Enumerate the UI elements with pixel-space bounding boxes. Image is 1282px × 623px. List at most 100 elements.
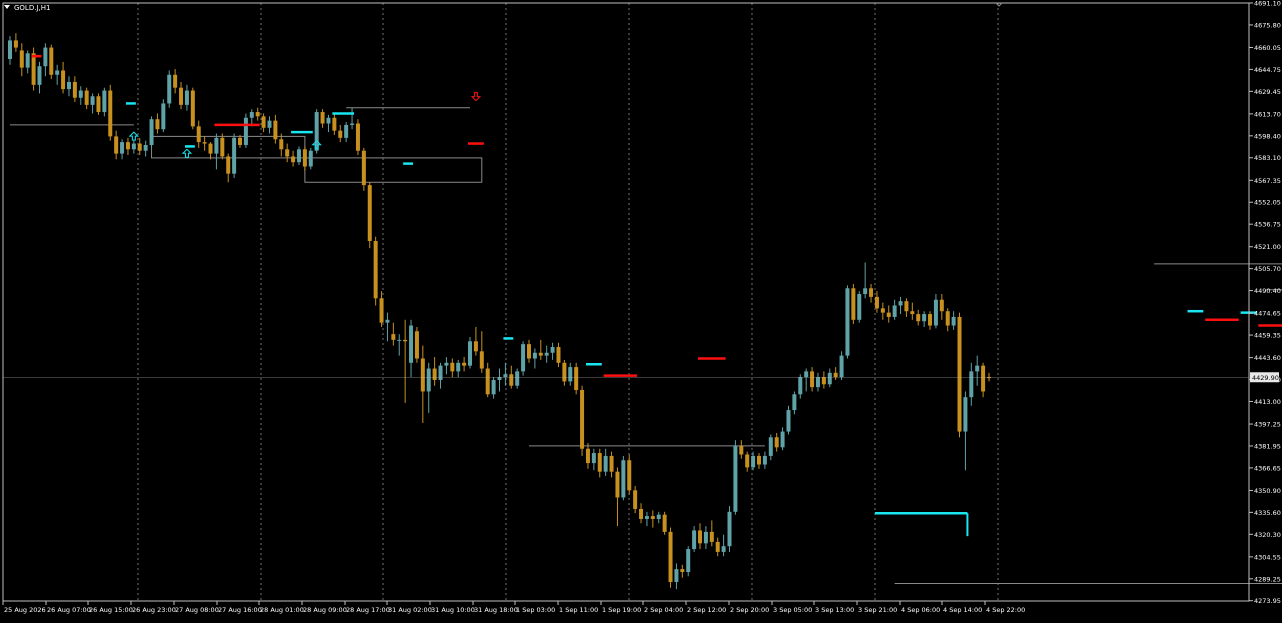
candle-bull bbox=[385, 319, 390, 323]
y-tick-label: 4366.65 bbox=[1254, 464, 1281, 472]
candle-bear bbox=[173, 74, 178, 88]
candle-bull bbox=[733, 445, 738, 512]
candle-bear bbox=[285, 149, 290, 157]
candle-bull bbox=[25, 53, 30, 68]
y-tick-label: 4644.75 bbox=[1254, 66, 1281, 74]
candle-bear bbox=[680, 569, 685, 572]
candle-bull bbox=[308, 150, 313, 167]
candle-bull bbox=[102, 90, 107, 113]
candle-bear bbox=[479, 351, 484, 369]
candle-bull bbox=[438, 365, 443, 380]
candle-bull bbox=[792, 394, 797, 411]
candle-bear bbox=[190, 90, 195, 127]
symbol-label: GOLD.J,H1 bbox=[14, 4, 51, 12]
candle-bear bbox=[810, 371, 815, 388]
y-tick-label: 4273.95 bbox=[1254, 597, 1281, 605]
candle-bull bbox=[644, 516, 649, 519]
candle-bear bbox=[904, 301, 909, 312]
candle-bear bbox=[916, 314, 921, 322]
range-boxes bbox=[10, 107, 1282, 584]
y-tick-label: 4413.00 bbox=[1254, 398, 1281, 406]
candle-bear bbox=[220, 137, 225, 157]
candle-bear bbox=[715, 541, 720, 552]
x-tick-label: 3 Sep 13:00 bbox=[815, 606, 854, 614]
y-tick-label: 4583.10 bbox=[1254, 154, 1281, 162]
y-tick-label: 4521.00 bbox=[1254, 243, 1281, 251]
symbol-menu-icon[interactable] bbox=[4, 5, 10, 9]
candle-bull bbox=[780, 431, 785, 448]
y-tick-label: 4567.35 bbox=[1254, 177, 1281, 185]
candle-bull bbox=[951, 316, 956, 326]
x-tick-label: 26 Aug 15:00 bbox=[89, 606, 133, 614]
candle-bear bbox=[538, 352, 543, 356]
x-tick-label: 2 Sep 12:00 bbox=[687, 606, 726, 614]
up-arrow-icon bbox=[128, 131, 140, 141]
candle-bear bbox=[597, 453, 602, 472]
x-tick-label: 31 Aug 18:00 bbox=[474, 606, 518, 614]
y-tick-label: 4474.65 bbox=[1254, 310, 1281, 318]
y-tick-label: 4490.40 bbox=[1254, 287, 1281, 295]
candle-bear bbox=[580, 390, 585, 449]
y-tick-label: 4381.95 bbox=[1254, 442, 1281, 450]
candle-bear bbox=[403, 339, 408, 342]
candle-bull bbox=[656, 514, 661, 519]
candle-bear bbox=[273, 120, 278, 140]
candle-bull bbox=[568, 367, 573, 382]
candle-bear bbox=[739, 445, 744, 455]
candle-bull bbox=[804, 371, 809, 378]
x-tick-label: 26 Aug 23:00 bbox=[132, 606, 176, 614]
candle-bear bbox=[462, 362, 467, 366]
candle-bull bbox=[827, 372, 832, 385]
candle-bear bbox=[745, 454, 750, 468]
candle-bull bbox=[184, 90, 189, 105]
candle-bull bbox=[468, 341, 473, 366]
price-chart[interactable]: 4691.10 4675.80 4660.05 4644.75 4629.45 4613.… bbox=[0, 0, 1282, 619]
candle-bear bbox=[473, 341, 478, 352]
candle-bull bbox=[131, 143, 136, 150]
candle-bull bbox=[143, 144, 148, 151]
candle-bull bbox=[350, 123, 355, 125]
candle-bull bbox=[8, 40, 12, 60]
candle-bear bbox=[668, 531, 673, 583]
y-tick-label: 4536.75 bbox=[1254, 221, 1281, 229]
candle-bear bbox=[869, 288, 874, 297]
candle-bear bbox=[851, 288, 856, 320]
candle-bear bbox=[226, 156, 231, 174]
candles-layer bbox=[8, 33, 991, 590]
candle-bear bbox=[155, 119, 160, 130]
candle-bull bbox=[149, 119, 154, 145]
candle-bull bbox=[426, 368, 431, 392]
candle-bull bbox=[232, 137, 237, 174]
chart-frame bbox=[2, 2, 1250, 602]
candle-bear bbox=[114, 136, 119, 154]
chart-window[interactable]: 4691.10 4675.80 4660.05 4644.75 4629.45 4613.… bbox=[0, 0, 1282, 619]
candle-bear bbox=[709, 531, 714, 542]
candle-bear bbox=[556, 347, 561, 363]
candle-bear bbox=[756, 455, 761, 465]
range-box bbox=[304, 157, 483, 183]
candle-bull bbox=[503, 374, 508, 378]
x-tick-label: 3 Sep 21:00 bbox=[858, 606, 897, 614]
current-price-label: 4429.90 bbox=[1252, 374, 1279, 382]
candle-bear bbox=[833, 372, 838, 378]
x-tick-label: 1 Sep 19:00 bbox=[602, 606, 641, 614]
y-tick-label: 4629.45 bbox=[1254, 88, 1281, 96]
x-tick-label: 31 Aug 10:00 bbox=[431, 606, 475, 614]
candle-bear bbox=[432, 368, 437, 380]
candle-bull bbox=[963, 397, 968, 432]
candle-bear bbox=[320, 112, 325, 124]
x-tick-label: 31 Aug 02:00 bbox=[388, 606, 432, 614]
candle-bear bbox=[650, 516, 655, 519]
candle-bull bbox=[544, 352, 549, 356]
candle-bear bbox=[615, 471, 620, 498]
candle-bull bbox=[692, 530, 697, 550]
candle-bull bbox=[603, 455, 608, 472]
candle-bear bbox=[874, 296, 879, 309]
candle-bull bbox=[721, 546, 726, 552]
candle-bear bbox=[261, 116, 266, 128]
candle-bear bbox=[450, 362, 455, 372]
candle-bear bbox=[391, 334, 396, 340]
candle-bull bbox=[839, 355, 844, 378]
candle-bear bbox=[19, 50, 24, 68]
candle-bear bbox=[485, 368, 490, 395]
